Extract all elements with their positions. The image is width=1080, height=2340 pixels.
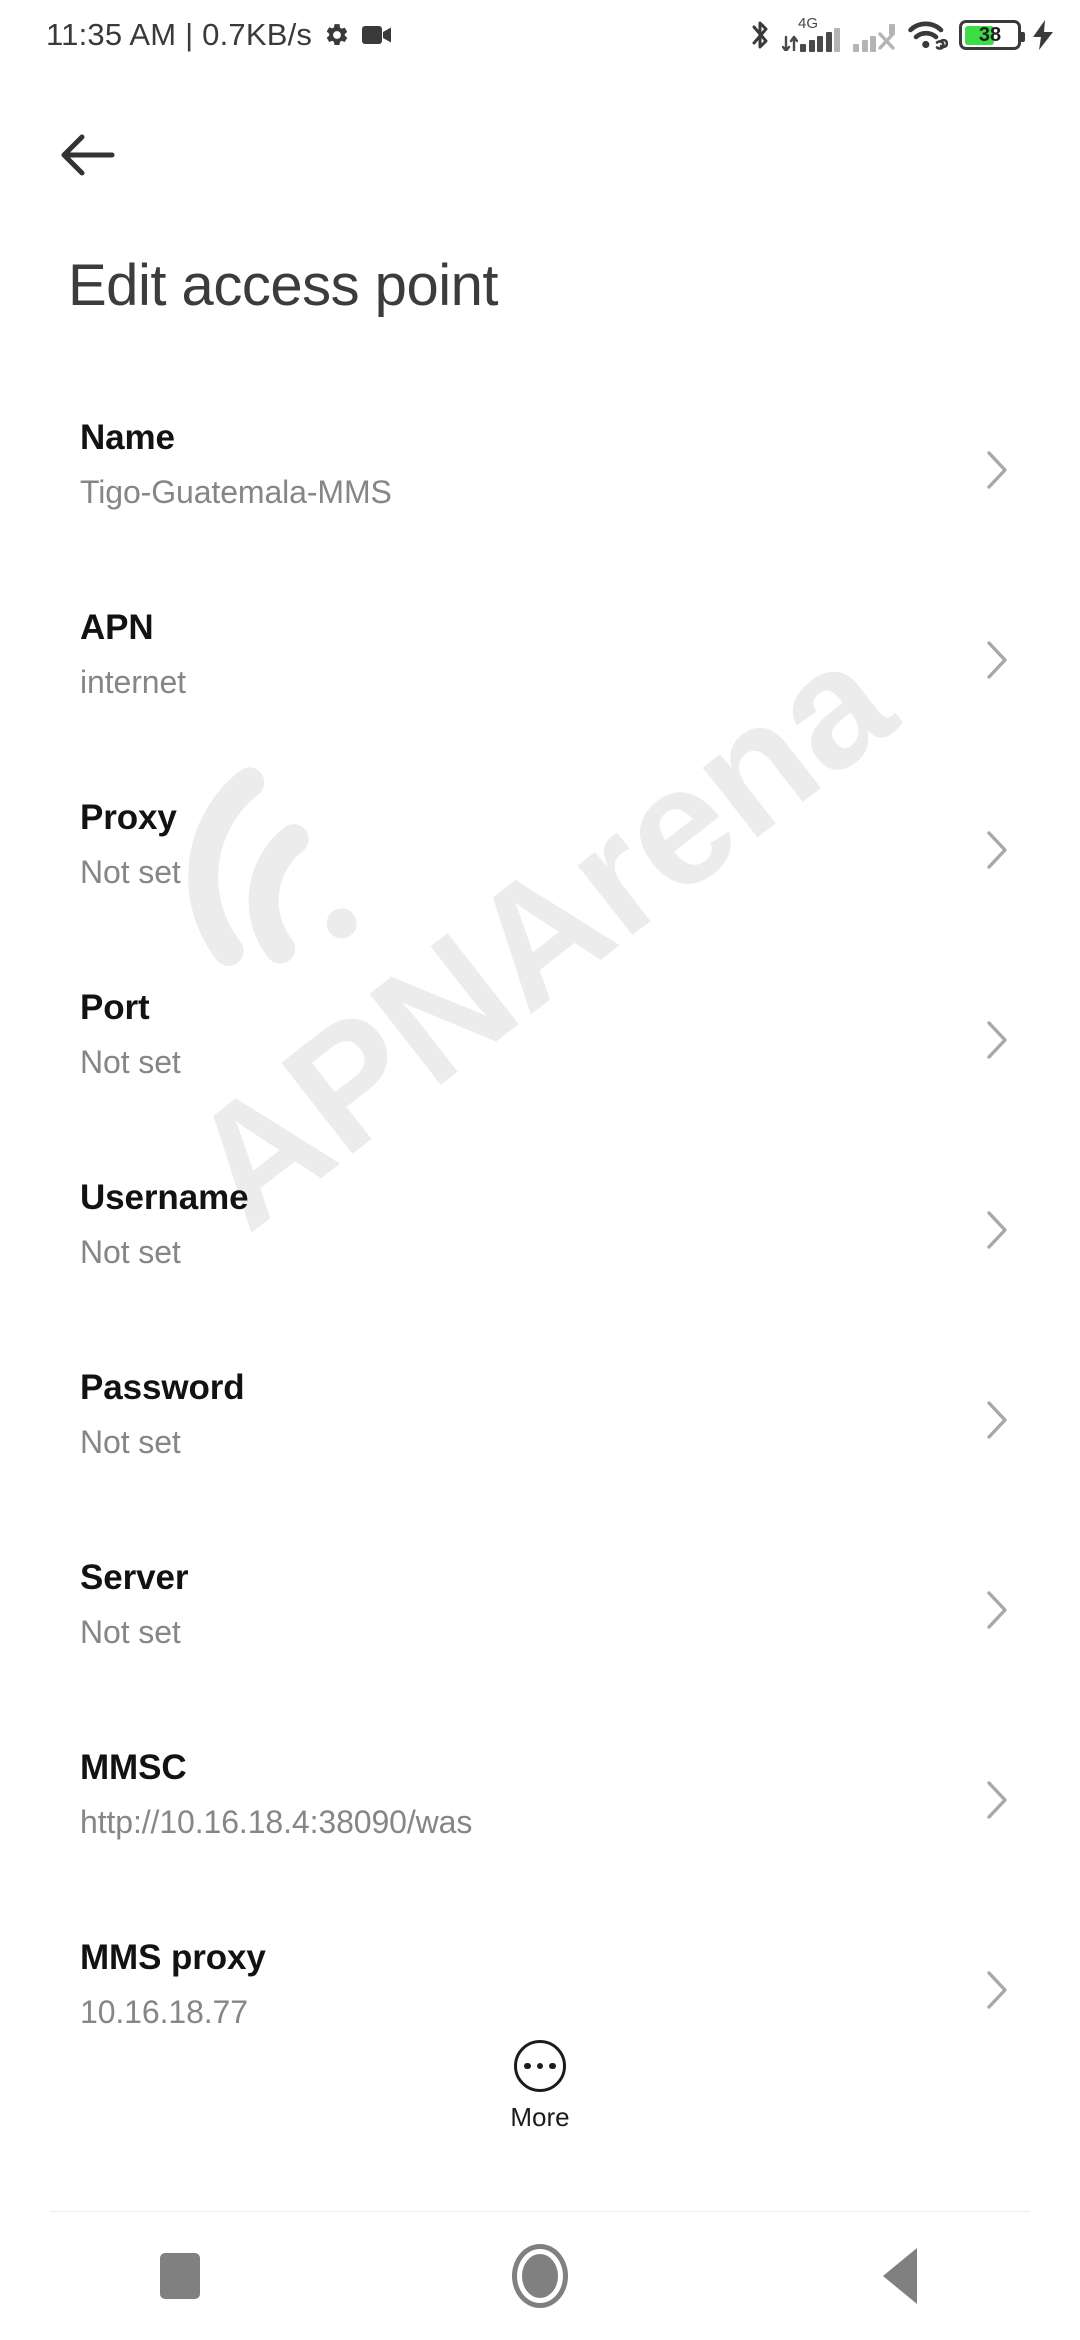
signal-sim2-no-service-icon: [853, 18, 897, 52]
list-item-port[interactable]: Port Not set: [0, 976, 1080, 1166]
list-item-title: Port: [80, 988, 150, 1027]
status-bar-left: 11:35 AM | 0.7KB/s: [46, 17, 749, 53]
system-navigation-bar: [0, 2212, 1080, 2340]
chevron-right-icon: [987, 1781, 1007, 1819]
list-item-server[interactable]: Server Not set: [0, 1546, 1080, 1736]
list-item-username[interactable]: Username Not set: [0, 1166, 1080, 1356]
list-item-title: MMS proxy: [80, 1938, 266, 1977]
chevron-right-icon: [987, 1591, 1007, 1629]
list-item-title: MMSC: [80, 1748, 187, 1787]
back-button[interactable]: [60, 120, 150, 190]
list-item-title: APN: [80, 608, 154, 647]
chevron-right-icon: [987, 641, 1007, 679]
list-item-password[interactable]: Password Not set: [0, 1356, 1080, 1546]
list-item-name[interactable]: Name Tigo-Guatemala-MMS: [0, 406, 1080, 596]
more-button-label: More: [510, 2102, 570, 2132]
screen-record-icon: [362, 26, 392, 44]
list-item-title: Password: [80, 1368, 245, 1407]
wifi-link-icon: [908, 20, 949, 50]
nav-home-button[interactable]: [360, 2212, 720, 2340]
list-item-value: Not set: [80, 1614, 181, 1650]
charging-bolt-icon: [1033, 20, 1053, 50]
status-bar-right: 4G 38: [749, 15, 1054, 52]
battery-level-label: 38: [978, 24, 1002, 46]
list-item-value: Tigo-Guatemala-MMS: [80, 474, 392, 510]
access-point-field-list: Name Tigo-Guatemala-MMS APN internet Pro…: [0, 406, 1080, 2116]
list-item-value: 10.16.18.77: [80, 1994, 248, 2030]
list-item-proxy[interactable]: Proxy Not set: [0, 786, 1080, 976]
list-item-title: Proxy: [80, 798, 177, 837]
signal-4g-icon: 4G: [782, 15, 840, 52]
list-item-value: Not set: [80, 1044, 181, 1080]
list-item-title: Name: [80, 418, 175, 457]
triangle-left-icon: [883, 2248, 917, 2304]
list-item-mmsc[interactable]: MMSC http://10.16.18.4:38090/was: [0, 1736, 1080, 1926]
arrow-left-icon: [61, 134, 115, 176]
chevron-right-icon: [987, 1401, 1007, 1439]
page-title: Edit access point: [68, 253, 498, 318]
square-icon: [160, 2253, 200, 2299]
no-service-x-icon: [878, 24, 895, 50]
chevron-right-icon: [987, 1021, 1007, 1059]
list-item-value: http://10.16.18.4:38090/was: [80, 1804, 473, 1840]
list-item-value: Not set: [80, 854, 181, 890]
chevron-right-icon: [987, 451, 1007, 489]
chevron-right-icon: [987, 1211, 1007, 1249]
chevron-right-icon: [987, 831, 1007, 869]
chevron-right-icon: [987, 1971, 1007, 2009]
gear-icon: [326, 24, 348, 46]
signal-bars-sim2: [853, 28, 876, 52]
list-item-value: Not set: [80, 1424, 181, 1460]
more-dots-icon: [514, 2040, 566, 2092]
status-clock: 11:35 AM | 0.7KB/s: [46, 17, 313, 52]
circle-icon: [512, 2244, 568, 2308]
list-item-title: Username: [80, 1178, 249, 1217]
bluetooth-icon: [752, 21, 768, 49]
list-item-title: Server: [80, 1558, 189, 1597]
list-item-apn[interactable]: APN internet: [0, 596, 1080, 786]
status-bar: 11:35 AM | 0.7KB/s 4G 38: [0, 0, 1080, 70]
list-item-value: Not set: [80, 1234, 181, 1270]
network-type-label: 4G: [798, 15, 819, 32]
more-button[interactable]: More: [0, 2040, 1080, 2130]
battery-icon: 38: [959, 20, 1025, 50]
data-arrows-icon: [782, 35, 798, 51]
nav-recents-button[interactable]: [0, 2212, 360, 2340]
phone-screen: APNArena 11:35 AM | 0.7KB/s 4G 38 Edit a…: [0, 0, 1080, 2340]
list-item-value: internet: [80, 664, 186, 700]
nav-back-button[interactable]: [720, 2212, 1080, 2340]
